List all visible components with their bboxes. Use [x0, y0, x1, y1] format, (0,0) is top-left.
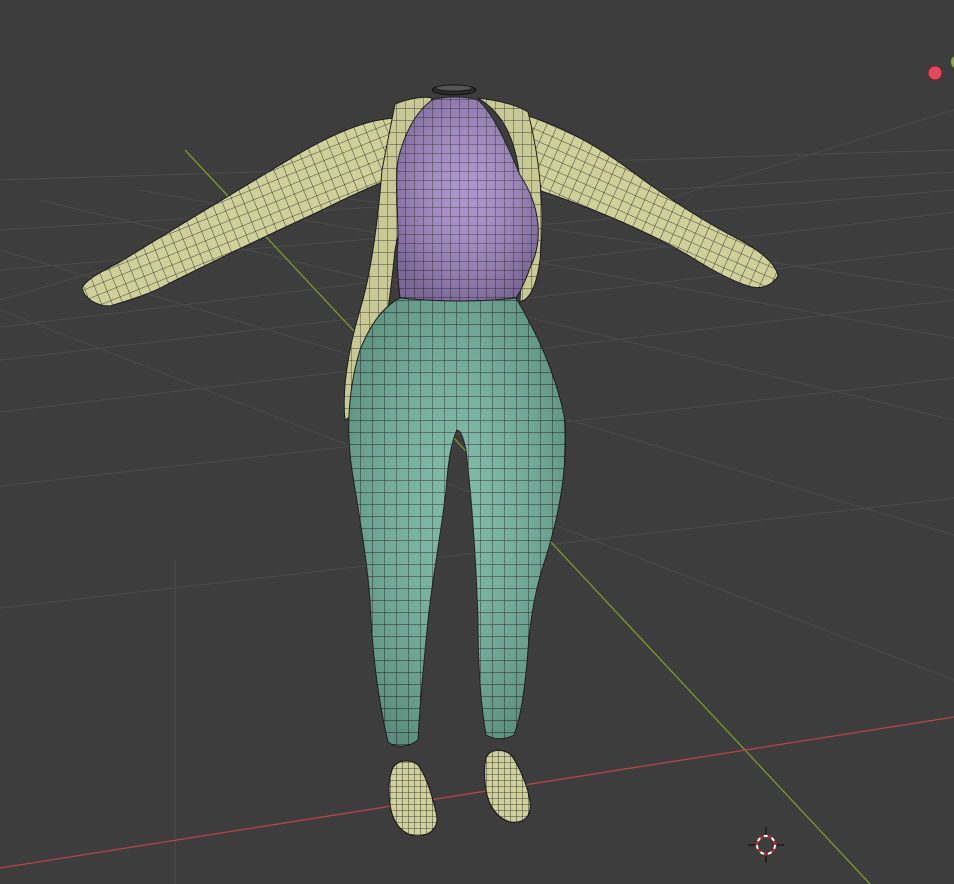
- 3d-viewport[interactable]: [0, 0, 954, 884]
- right-shoe[interactable]: [483, 749, 531, 823]
- jacket-left-sleeve[interactable]: [81, 117, 396, 307]
- navigation-gizmo[interactable]: [927, 55, 954, 81]
- left-shoe[interactable]: [388, 760, 438, 837]
- x-axis-ball[interactable]: [927, 65, 943, 81]
- crosshair-target-icon[interactable]: [748, 827, 784, 863]
- x-axis-line: [0, 716, 954, 869]
